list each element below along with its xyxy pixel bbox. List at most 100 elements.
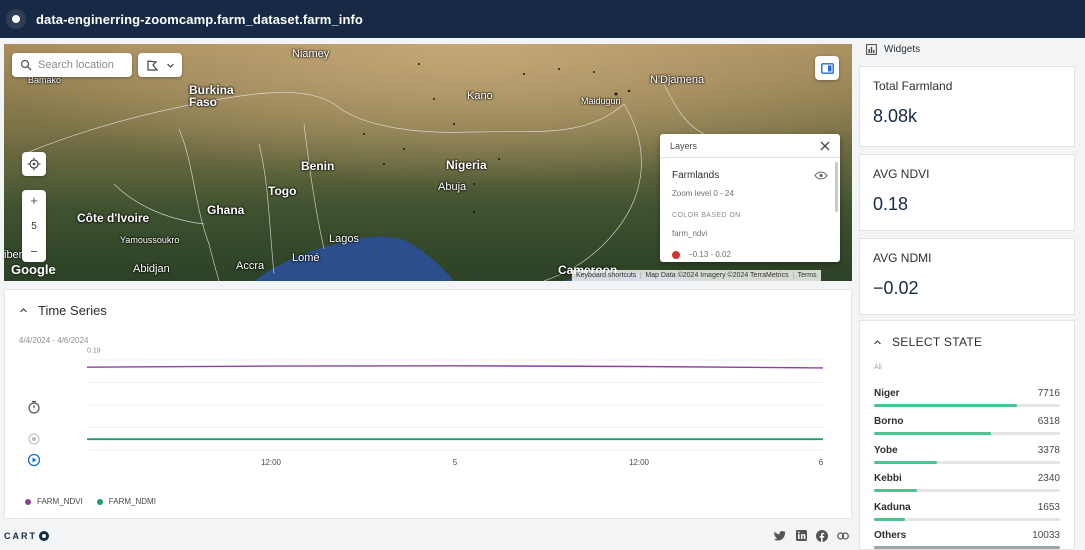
chevron-up-icon [874,339,881,344]
sidebar-panel-icon [820,62,834,74]
x-tick-label: 5 [453,458,458,467]
layer-name: Farmlands [672,170,720,181]
state-bar-fill [874,489,918,492]
map-label: Benin [301,159,335,173]
my-location-button[interactable] [22,152,46,176]
map-label: Abidjan [133,263,170,275]
map-label: Lagos [329,233,359,245]
zoom-in-button[interactable]: + [30,193,38,208]
time-series-title: Time Series [38,303,107,318]
layers-panel: Layers Farmlands Zoom level 0 - 24 COLOR… [660,134,840,262]
state-count: 1653 [1037,502,1060,513]
twitter-icon[interactable] [774,530,786,542]
select-state-header[interactable]: SELECT STATE [873,335,982,349]
map-label: iber [4,249,23,261]
app-logo[interactable] [6,9,26,29]
bar-chart-icon [866,44,877,55]
zoom-out-button[interactable]: − [30,244,38,259]
scrollbar[interactable] [835,162,838,212]
widget-label: Total Farmland [873,79,953,93]
widget-value: 0.18 [873,194,909,214]
widgets-title: Widgets [884,44,921,55]
play-icon[interactable] [27,453,41,467]
facebook-icon[interactable] [816,529,828,542]
search-placeholder: Search location [38,59,114,71]
legend-item[interactable]: FARM_NDMI [96,497,156,506]
chart-legend: FARM_NDVI FARM_NDMI [25,497,170,506]
all-label[interactable]: All [874,364,882,371]
y-tick-label: 0.19 [87,348,101,355]
crosshair-icon [27,157,41,171]
legend-dot [96,498,103,505]
carto-logo[interactable]: CART [4,530,49,541]
series-line-farm_ndvi [86,365,824,369]
state-name: Niger [874,388,900,399]
total-farmland-widget: Total Farmland 8.08k [859,66,1075,147]
time-series-chart[interactable]: 0.19 12:00 5 12:00 6 [5,290,851,518]
map-label: Ghana [207,203,245,217]
map-label: Accra [236,260,265,272]
search-location-input[interactable]: Search location [12,53,132,77]
toggle-panel-button[interactable] [815,56,839,80]
map-label: Yamoussoukro [120,235,180,245]
avg-ndmi-widget: AVG NDMI −0.02 [859,238,1075,315]
map-label: Maiduguri [581,96,621,106]
color-field: farm_ndvi [672,229,708,238]
state-row[interactable]: Kaduna 1653 [874,502,1060,521]
draw-tool-button[interactable] [138,53,182,77]
state-count: 6318 [1037,416,1060,427]
time-series-widget: 0.19 12:00 5 12:00 6 Time Series 4/4/2024 - … [4,289,852,519]
carto-logo-mark [39,530,49,541]
state-count: 10033 [1032,530,1060,541]
legend-item[interactable]: FARM_NDVI [25,497,83,506]
map-data-attribution: Map Data ©2024 Imagery ©2024 TerraMetric… [640,272,792,279]
state-bar-track [874,489,1060,492]
widget-value: 8.08k [873,106,918,126]
state-bar-fill [874,432,992,435]
map-label: N'Djamena [650,74,705,86]
linkedin-icon[interactable] [795,530,807,542]
x-tick-label: 12:00 [261,458,282,467]
state-row[interactable]: Yobe 3378 [874,445,1060,464]
state-bar-track [874,461,1060,464]
map-label: Côte d'Ivoire [77,211,150,225]
legend-range: −0.13 - 0.02 [688,250,731,259]
map-view[interactable]: Niamey Burkina Faso Bamako Kano N'Djamen… [4,44,852,281]
map-label: Kano [467,90,493,102]
stopwatch-icon[interactable] [27,400,41,414]
chevron-down-icon [166,63,174,68]
select-state-widget: SELECT STATE All Niger 7716 Borno 6318 Yob… [859,320,1075,550]
google-logo: Google [11,262,56,277]
stop-icon[interactable] [27,432,41,446]
legend-swatch [672,250,680,259]
state-count: 7716 [1037,388,1060,399]
close-icon[interactable] [820,141,830,151]
widget-label: AVG NDVI [873,167,930,181]
layer-zoom-range: Zoom level 0 - 24 [672,189,734,198]
terms-link[interactable]: Terms [792,272,821,279]
keyboard-shortcuts-link[interactable]: Keyboard shortcuts [572,272,640,279]
footer: CART [0,521,855,550]
map-label: Togo [268,184,297,198]
polygon-draw-icon [146,59,158,71]
x-tick-label: 6 [819,458,824,467]
link-icon[interactable] [837,530,849,542]
time-series-header[interactable]: Time Series [19,303,107,318]
state-row[interactable]: Niger 7716 [874,388,1060,407]
color-based-on-label: COLOR BASED ON [672,212,741,219]
select-state-title: SELECT STATE [892,335,983,349]
layers-panel-title: Layers [670,140,698,151]
eye-icon[interactable] [814,171,828,180]
map-label: Burkina Faso [189,83,234,109]
state-bar-fill [874,518,905,521]
state-row[interactable]: Borno 6318 [874,416,1060,435]
state-bar-fill [874,546,1060,549]
widget-label: AVG NDMI [873,251,932,265]
state-row[interactable]: Kebbi 2340 [874,473,1060,492]
widget-value: −0.02 [873,278,919,298]
x-tick-label: 12:00 [629,458,650,467]
state-name: Kaduna [874,502,911,513]
zoom-control: + 5 − [22,190,46,262]
state-bar-track [874,546,1060,549]
state-row[interactable]: Others 10033 [874,530,1060,549]
